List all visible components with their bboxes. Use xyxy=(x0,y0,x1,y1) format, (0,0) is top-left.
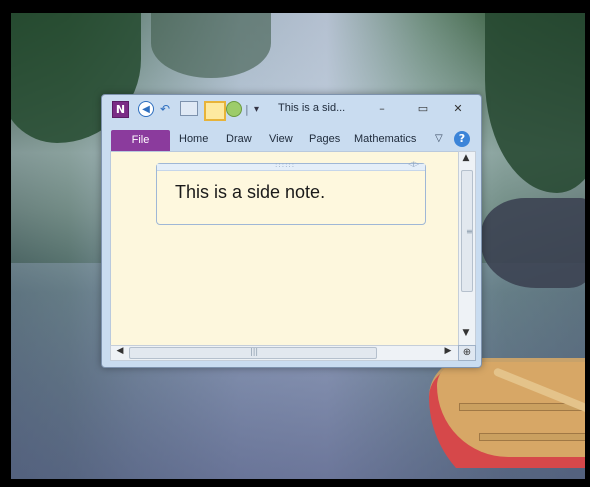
drag-grip-icon[interactable]: :::::: xyxy=(275,161,295,169)
help-icon[interactable]: ? xyxy=(454,131,470,147)
dock-to-desktop-icon[interactable] xyxy=(180,101,198,116)
tab-pages[interactable]: Pages xyxy=(309,133,340,145)
tab-file[interactable]: File xyxy=(111,130,170,151)
note-container-handle[interactable]: :::::: ◁▷ xyxy=(157,160,425,171)
minimize-button[interactable]: – xyxy=(372,102,392,116)
back-arrow-icon[interactable]: ◀ xyxy=(138,101,154,117)
title-bar[interactable]: N ◀ ↶ | ▾ This is a sid... – ▭ ✕ xyxy=(102,95,481,123)
note-text[interactable]: This is a side note. xyxy=(175,182,325,203)
scroll-up-icon[interactable]: ▲ xyxy=(459,153,473,163)
close-button[interactable]: ✕ xyxy=(448,102,468,116)
tab-draw[interactable]: Draw xyxy=(226,133,252,145)
scroll-down-icon[interactable]: ▼ xyxy=(459,328,473,338)
resize-arrows-icon[interactable]: ◁▷ xyxy=(408,160,419,168)
onenote-side-note-window: N ◀ ↶ | ▾ This is a sid... – ▭ ✕ File Ho… xyxy=(101,94,482,368)
scroll-right-icon[interactable]: ▶ xyxy=(441,346,455,356)
always-on-top-icon[interactable] xyxy=(226,101,242,117)
tab-home[interactable]: Home xyxy=(179,133,208,145)
onenote-app-icon[interactable]: N xyxy=(112,101,129,118)
customize-quick-access-icon[interactable]: ▾ xyxy=(254,101,259,117)
vertical-scroll-thumb[interactable]: ≡ xyxy=(461,170,473,292)
scroll-grip-icon: ≡ xyxy=(466,227,473,236)
tab-mathematics[interactable]: Mathematics xyxy=(354,133,416,145)
note-container[interactable]: :::::: ◁▷ This is a side note. xyxy=(156,160,426,225)
new-page-icon[interactable]: ⊕ xyxy=(458,345,476,361)
scroll-grip-icon: ||| xyxy=(250,347,259,356)
full-page-view-icon[interactable] xyxy=(204,101,226,121)
tab-view[interactable]: View xyxy=(269,133,293,145)
wallpaper-rocks xyxy=(481,198,585,288)
maximize-button[interactable]: ▭ xyxy=(413,102,433,116)
vertical-scrollbar[interactable]: ▲ ≡ ▼ xyxy=(458,151,476,347)
horizontal-scrollbar[interactable]: ◀ ||| ▶ xyxy=(110,345,460,361)
note-page[interactable]: :::::: ◁▷ This is a side note. xyxy=(110,151,460,347)
undo-icon[interactable]: ↶ xyxy=(158,101,172,117)
window-title: This is a sid... xyxy=(278,102,346,114)
wallpaper-trees-right xyxy=(485,13,585,193)
ribbon-tabs: File Home Draw View Pages Mathematics ▽ … xyxy=(102,125,481,151)
expand-ribbon-icon[interactable]: ▽ xyxy=(435,133,443,144)
wallpaper-trees-center xyxy=(151,13,271,78)
canoe-seat xyxy=(479,433,585,441)
scroll-left-icon[interactable]: ◀ xyxy=(113,346,127,356)
toolbar-separator: | xyxy=(245,102,249,116)
horizontal-scroll-thumb[interactable]: ||| xyxy=(129,347,377,359)
